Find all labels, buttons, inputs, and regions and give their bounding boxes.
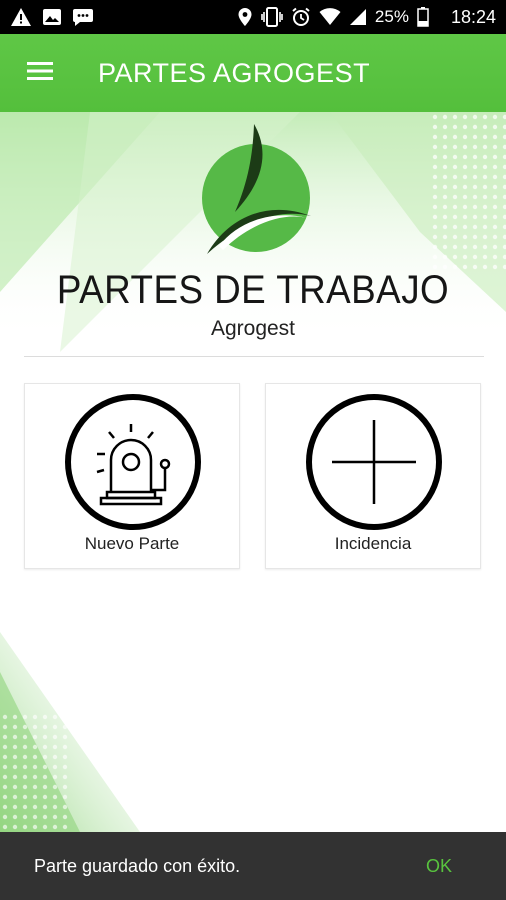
page-title: PARTES DE TRABAJO xyxy=(56,268,450,312)
signal-icon xyxy=(349,8,367,26)
message-icon xyxy=(72,7,94,27)
nuevo-parte-label: Nuevo Parte xyxy=(84,534,180,553)
clock-time: 18:24 xyxy=(450,6,496,27)
menu-button[interactable] xyxy=(12,45,68,101)
battery-icon xyxy=(417,7,429,27)
page-subtitle: Agrogest xyxy=(210,317,296,340)
snackbar: Parte guardado con éxito. OK xyxy=(0,832,506,900)
app-bar: PARTES AGROGEST xyxy=(0,34,506,112)
hamburger-icon xyxy=(26,61,54,86)
snackbar-message: Parte guardado con éxito. xyxy=(34,855,241,876)
agrogest-logo xyxy=(199,120,314,258)
incidencia-button[interactable]: Incidencia xyxy=(265,383,481,569)
status-bar: 25% 18:24 xyxy=(0,0,506,34)
wifi-icon xyxy=(319,8,341,26)
image-icon xyxy=(42,7,62,27)
plus-icon xyxy=(304,392,444,532)
divider xyxy=(24,356,484,357)
warning-icon xyxy=(10,7,32,27)
snackbar-ok-button[interactable]: OK xyxy=(426,856,452,877)
incidencia-label: Incidencia xyxy=(334,534,412,553)
battery-text: 25% xyxy=(374,7,409,26)
alarm-icon xyxy=(291,7,311,27)
vibrate-icon xyxy=(261,7,283,27)
app-title: PARTES AGROGEST xyxy=(98,57,371,88)
location-icon xyxy=(237,7,253,27)
alarm-bell-icon xyxy=(63,392,203,532)
nuevo-parte-button[interactable]: Nuevo Parte xyxy=(24,383,240,569)
